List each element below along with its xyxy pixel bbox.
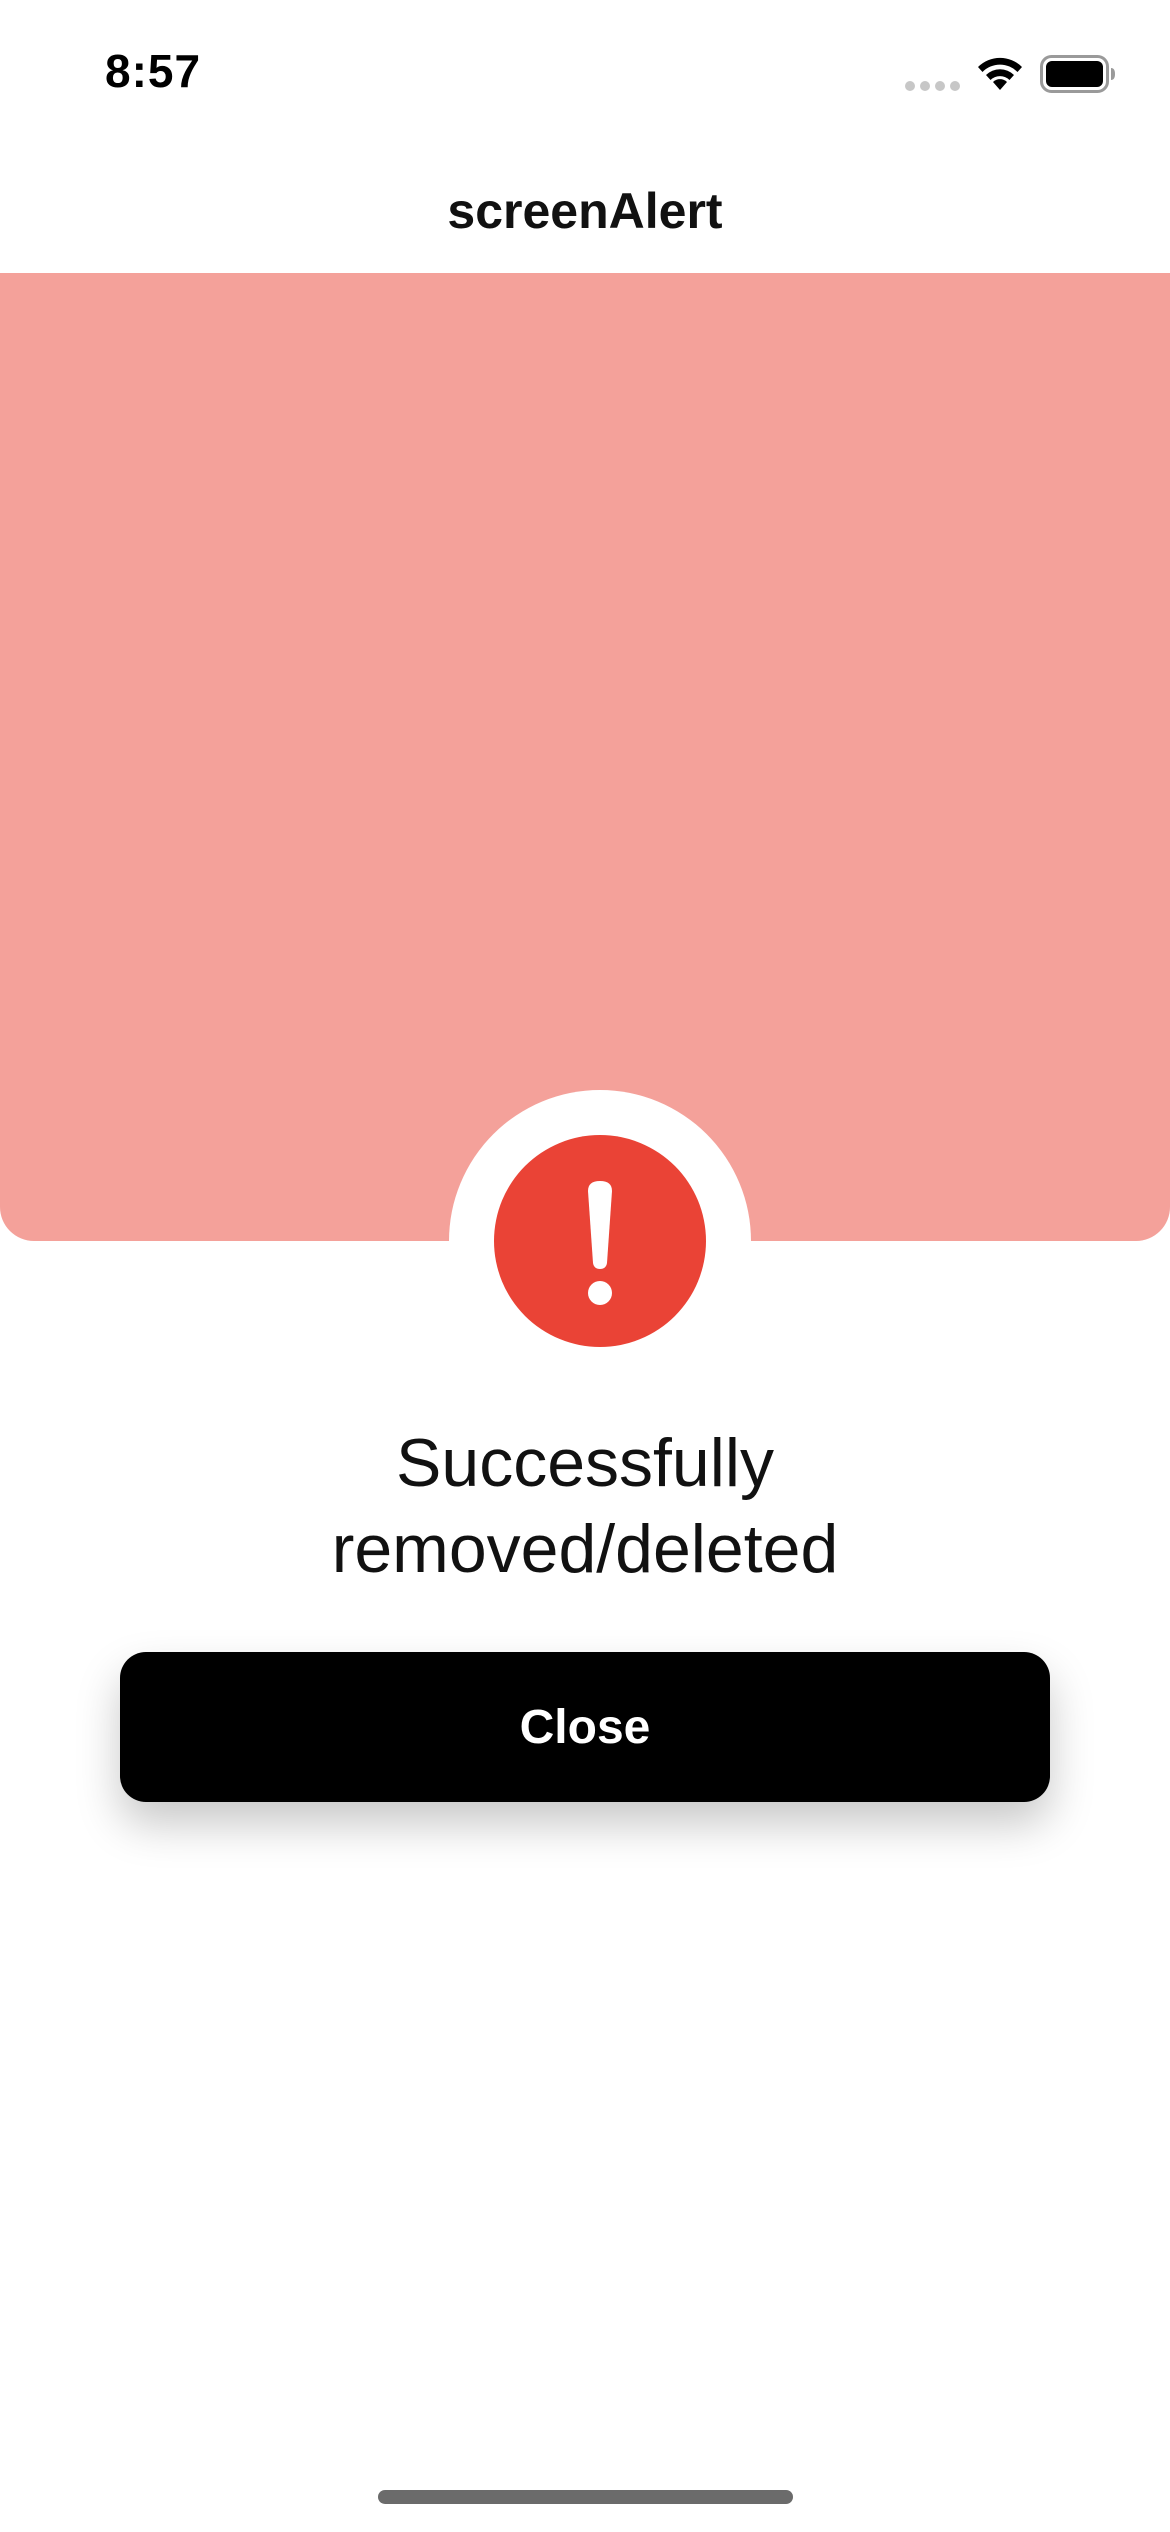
exclamation-icon — [494, 1135, 706, 1347]
home-indicator[interactable] — [378, 2490, 793, 2504]
cellular-signal-icon — [905, 81, 960, 91]
close-button-label: Close — [519, 1700, 651, 1754]
battery-icon — [1040, 55, 1115, 93]
status-bar: 8:57 — [0, 0, 1170, 150]
wifi-icon — [978, 57, 1022, 90]
page-title: screenAlert — [447, 183, 723, 239]
close-button[interactable]: Close — [120, 1652, 1050, 1802]
alert-message-line-1: Successfully — [396, 1425, 774, 1501]
navigation-bar: screenAlert — [0, 150, 1170, 273]
alert-message-line-2: removed/deleted — [331, 1511, 839, 1587]
status-time: 8:57 — [105, 45, 202, 97]
alert-message: Successfully removed/deleted — [200, 1420, 970, 1592]
